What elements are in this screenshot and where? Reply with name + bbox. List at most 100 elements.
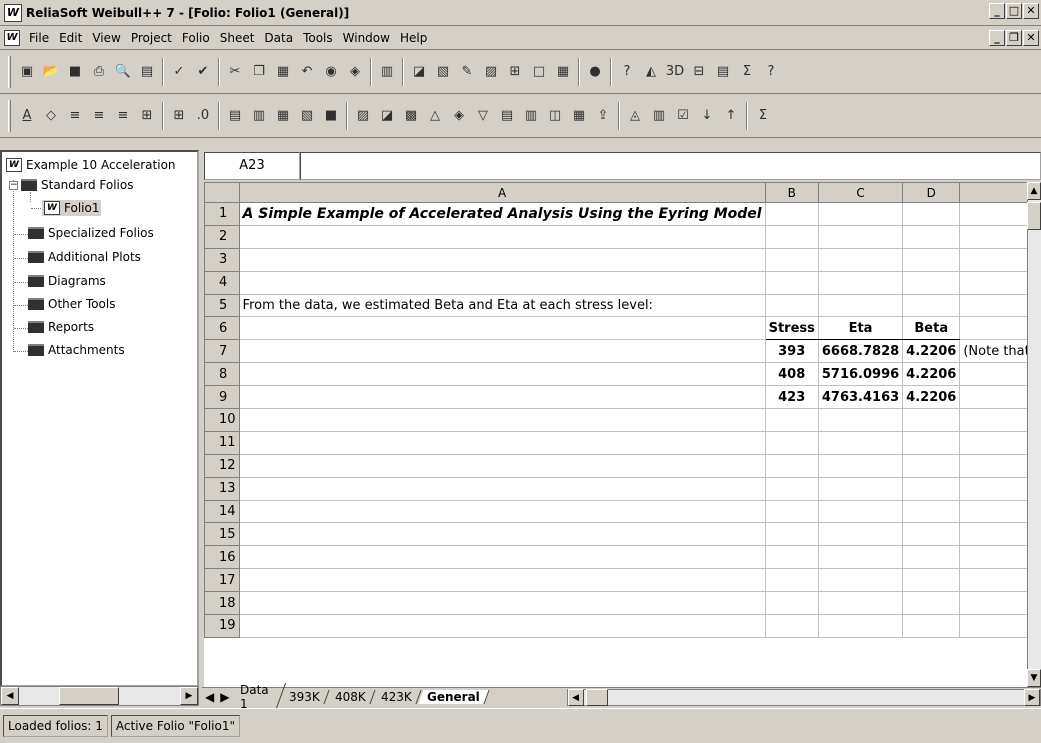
- eta-cell[interactable]: 4763.4163: [817, 385, 904, 410]
- tab-393k[interactable]: 393K: [280, 690, 330, 704]
- find-icon[interactable]: ◉: [320, 61, 342, 83]
- grid-icon[interactable]: ▦: [552, 61, 574, 83]
- scroll-up-icon[interactable]: ▲: [1027, 182, 1041, 200]
- funnel-icon[interactable]: ▽: [472, 105, 494, 127]
- 3d-plot-icon[interactable]: 3D: [664, 61, 686, 83]
- stress-cell[interactable]: 408: [764, 362, 819, 387]
- batch-icon[interactable]: ▤: [496, 105, 518, 127]
- line-chart-icon[interactable]: ◬: [624, 105, 646, 127]
- row-header[interactable]: 15: [204, 522, 240, 547]
- page-setup-icon[interactable]: ▤: [136, 61, 158, 83]
- sheet-horizontal-scrollbar[interactable]: ◀ ▶: [566, 688, 1041, 706]
- sum-icon[interactable]: Σ: [752, 105, 774, 127]
- menu-folio[interactable]: Folio: [177, 31, 215, 45]
- beta-cell[interactable]: 4.2206: [902, 339, 961, 364]
- row-header[interactable]: 17: [204, 568, 240, 593]
- scroll-down-icon[interactable]: ▼: [1027, 669, 1041, 687]
- insert-col-icon[interactable]: ▥: [248, 105, 270, 127]
- row-header[interactable]: 11: [204, 430, 240, 455]
- wizard-icon[interactable]: ✎: [456, 61, 478, 83]
- check-icon[interactable]: ✔: [192, 61, 214, 83]
- tree-horizontal-scrollbar[interactable]: ◀ ▶: [0, 686, 199, 706]
- page-icon[interactable]: ▦: [568, 105, 590, 127]
- note-cell[interactable]: (Note that Beta remains constant in this…: [959, 339, 1027, 364]
- align-left-icon[interactable]: ≡: [64, 105, 86, 127]
- undo-icon[interactable]: ↶: [296, 61, 318, 83]
- col-header-d[interactable]: D: [902, 182, 961, 203]
- stress-cell[interactable]: 423: [764, 385, 819, 410]
- align-center-icon[interactable]: ≡: [88, 105, 110, 127]
- drt-icon[interactable]: ▤: [712, 61, 734, 83]
- tree-item-attachments[interactable]: Attachments: [28, 343, 125, 357]
- print-icon[interactable]: ⎙: [88, 61, 110, 83]
- menu-window[interactable]: Window: [338, 31, 395, 45]
- row-header[interactable]: 8: [204, 362, 240, 387]
- header-eta[interactable]: Eta: [817, 316, 904, 341]
- beta-cell[interactable]: 4.2206: [902, 385, 961, 410]
- tree-item-other-tools[interactable]: Other Tools: [28, 297, 115, 311]
- beta-cell[interactable]: 4.2206: [902, 362, 961, 387]
- intro-cell[interactable]: From the data, we estimated Beta and Eta…: [238, 293, 766, 318]
- warning-icon[interactable]: △: [424, 105, 446, 127]
- qcp-icon[interactable]: ▩: [400, 105, 422, 127]
- paste-icon[interactable]: ▦: [272, 61, 294, 83]
- row-header[interactable]: 19: [204, 614, 240, 638]
- row-header[interactable]: 6: [204, 316, 240, 341]
- header-stress[interactable]: Stress: [764, 316, 819, 341]
- export-icon[interactable]: ⇪: [592, 105, 614, 127]
- save-icon[interactable]: ■: [64, 61, 86, 83]
- row-header[interactable]: 5: [204, 293, 240, 318]
- row-header[interactable]: 2: [204, 224, 240, 249]
- hscroll-thumb[interactable]: [585, 688, 608, 706]
- insert-row-icon[interactable]: ▤: [224, 105, 246, 127]
- eta-cell[interactable]: 5716.0996: [817, 362, 904, 387]
- calculator-icon[interactable]: ▧: [432, 61, 454, 83]
- collapse-icon[interactable]: −: [9, 180, 18, 190]
- replace-icon[interactable]: ◈: [344, 61, 366, 83]
- copy-icon[interactable]: ❐: [248, 61, 270, 83]
- row-header[interactable]: 7: [204, 339, 240, 364]
- row-header[interactable]: 13: [204, 476, 240, 501]
- format-icon[interactable]: ▧: [296, 105, 318, 127]
- globe-icon[interactable]: ●: [584, 61, 606, 83]
- menu-help[interactable]: Help: [395, 31, 432, 45]
- sum-percent-icon[interactable]: Σ: [736, 61, 758, 83]
- tab-408k[interactable]: 408K: [326, 690, 376, 704]
- cut-icon[interactable]: ✂: [224, 61, 246, 83]
- menu-edit[interactable]: Edit: [54, 31, 87, 45]
- menu-project[interactable]: Project: [126, 31, 177, 45]
- checkbox-icon[interactable]: ☑: [672, 105, 694, 127]
- close-button[interactable]: ✕: [1023, 3, 1039, 19]
- col-header-e[interactable]: E: [959, 182, 1027, 203]
- vscroll-thumb[interactable]: [1027, 202, 1041, 230]
- sheet-title-cell[interactable]: A Simple Example of Accelerated Analysis…: [238, 202, 766, 226]
- spelling-icon[interactable]: ✓: [168, 61, 190, 83]
- tree-item-additional-plots[interactable]: Additional Plots: [28, 250, 141, 264]
- window-icon[interactable]: □: [528, 61, 550, 83]
- tab-423k[interactable]: 423K: [372, 690, 422, 704]
- scroll-right-icon[interactable]: ▶: [180, 687, 198, 705]
- stress-cell[interactable]: 393: [764, 339, 819, 364]
- scroll-left-icon[interactable]: ◀: [1, 687, 19, 705]
- app-icon[interactable]: W: [4, 3, 22, 22]
- tree-item-specialized-folios[interactable]: Specialized Folios: [28, 226, 154, 240]
- tree-item-diagrams[interactable]: Diagrams: [28, 274, 106, 288]
- borders-icon[interactable]: ⊞: [168, 105, 190, 127]
- menu-sheet[interactable]: Sheet: [215, 31, 260, 45]
- fill-color-icon[interactable]: ◇: [40, 105, 62, 127]
- minimize-button[interactable]: _: [989, 3, 1005, 19]
- sort-descending-icon[interactable]: ↑: [720, 105, 742, 127]
- cell-reference-box[interactable]: A23: [204, 152, 300, 180]
- mdi-restore-button[interactable]: ❐: [1006, 30, 1022, 46]
- header-beta[interactable]: Beta: [902, 316, 961, 341]
- open-folder-icon[interactable]: 📂: [40, 61, 62, 83]
- formula-bar[interactable]: [300, 152, 1041, 180]
- sheet-icon[interactable]: ▥: [376, 61, 398, 83]
- tree-root[interactable]: W Example 10 Acceleration: [6, 158, 176, 172]
- hscroll-left-icon[interactable]: ◀: [567, 688, 584, 706]
- row-header[interactable]: 16: [204, 545, 240, 570]
- sheet-vertical-scrollbar[interactable]: ▲ ▼: [1027, 182, 1041, 687]
- align-right-icon[interactable]: ≡: [112, 105, 134, 127]
- corner-cell[interactable]: [204, 182, 240, 203]
- menu-data[interactable]: Data: [259, 31, 298, 45]
